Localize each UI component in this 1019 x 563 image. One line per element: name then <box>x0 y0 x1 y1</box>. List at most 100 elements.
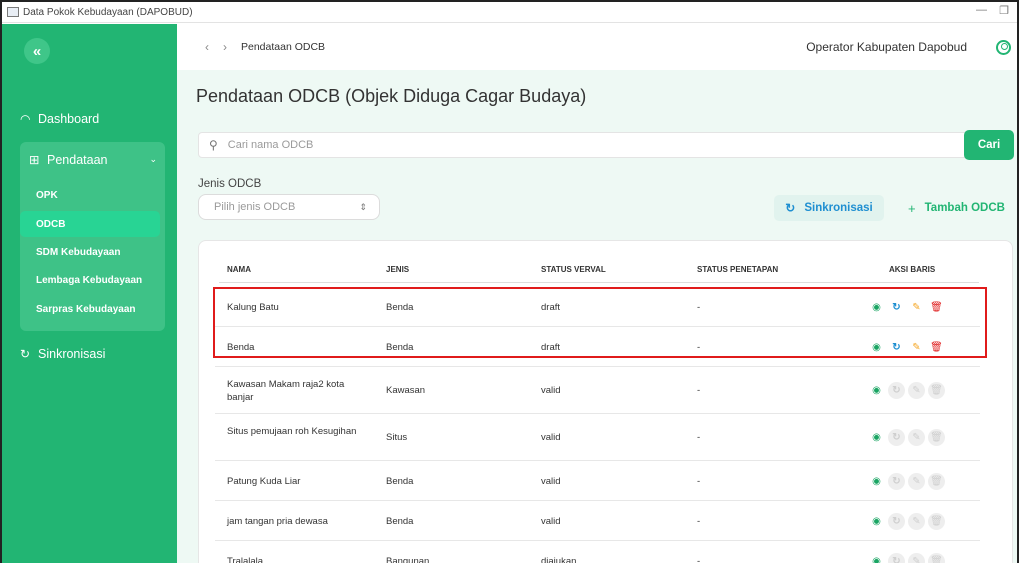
sync-row-button[interactable]: ↻ <box>888 382 905 399</box>
sync-icon: ↻ <box>892 302 901 313</box>
table-header: NAMA JENIS STATUS VERVAL STATUS PENETAPA… <box>219 265 979 283</box>
search-bar: ⚲ <box>198 132 966 158</box>
cell-status-penetapan: - <box>697 516 701 527</box>
edit-button[interactable]: ✎ <box>908 429 925 446</box>
row-actions: ◉ ↻ ✎ 🗑 <box>868 513 948 530</box>
view-button[interactable]: ◉ <box>868 513 885 530</box>
cell-status-verval: valid <box>541 476 561 487</box>
cell-status-penetapan: - <box>697 556 701 563</box>
cell-jenis: Situs <box>386 432 408 443</box>
column-header-aksi-baris: AKSI BARIS <box>889 265 936 274</box>
search-icon: ⚲ <box>209 138 218 152</box>
tambah-odcb-button[interactable]: + Tambah ODCB <box>899 195 1014 221</box>
table-row: Patung Kuda Liar Benda valid - ◉ ↻ ✎ 🗑 <box>215 461 980 501</box>
cell-status-verval: diajukan <box>541 556 577 563</box>
jenis-odcb-select[interactable]: Pilih jenis ODCB ⇕ <box>198 194 380 220</box>
collapse-sidebar-button[interactable]: « <box>24 38 50 64</box>
search-input[interactable] <box>227 139 928 151</box>
chevron-down-icon: ⌄ <box>149 154 157 164</box>
column-header-jenis: JENIS <box>386 265 410 274</box>
cell-nama: Patung Kuda Liar <box>227 476 301 487</box>
app-icon <box>7 7 19 17</box>
sync-row-button[interactable]: ↻ <box>888 299 905 316</box>
edit-button[interactable]: ✎ <box>908 473 925 490</box>
back-icon[interactable]: ‹ <box>205 40 209 54</box>
row-actions: ◉ ↻ ✎ 🗑 <box>868 382 948 399</box>
cell-status-verval: draft <box>541 342 561 353</box>
column-header-nama: NAMA <box>227 265 251 274</box>
cell-status-verval: draft <box>541 302 561 313</box>
row-actions: ◉ ↻ ✎ 🗑 <box>868 553 948 563</box>
select-arrows-icon: ⇕ <box>359 201 367 212</box>
edit-button[interactable]: ✎ <box>908 382 925 399</box>
sync-row-button[interactable]: ↻ <box>888 553 905 563</box>
view-button[interactable]: ◉ <box>868 382 885 399</box>
sync-row-button[interactable]: ↻ <box>888 429 905 446</box>
cell-nama: Benda <box>227 342 255 353</box>
cell-status-penetapan: - <box>697 302 701 313</box>
forward-icon[interactable]: › <box>223 40 227 54</box>
minimize-button[interactable]: — <box>976 4 987 16</box>
user-name[interactable]: Operator Kabupaten Dapobud <box>806 40 967 54</box>
sync-row-button[interactable]: ↻ <box>888 339 905 356</box>
sidebar: « ◠ Dashboard ⊞ Pendataan ⌄ OPK ODCB SDM… <box>2 24 177 563</box>
row-actions: ◉ ↻ ✎ 🗑 <box>868 299 948 316</box>
window-title: Data Pokok Kebudayaan (DAPOBUD) <box>23 6 193 18</box>
delete-button[interactable]: 🗑 <box>928 553 945 563</box>
edit-button[interactable]: ✎ <box>908 299 925 316</box>
cell-jenis: Benda <box>386 476 414 487</box>
trash-icon: 🗑 <box>930 516 943 527</box>
sidebar-item-lembaga-kebudayaan[interactable]: Lembaga Kebudayaan <box>20 267 160 293</box>
delete-button[interactable]: 🗑 <box>928 339 945 356</box>
eye-icon: ◉ <box>872 342 881 353</box>
view-button[interactable]: ◉ <box>868 339 885 356</box>
button-label: Sinkronisasi <box>804 202 873 214</box>
sidebar-item-sdm-kebudayaan[interactable]: SDM Kebudayaan <box>20 239 160 265</box>
trash-icon: 🗑 <box>930 556 943 563</box>
edit-icon: ✎ <box>912 385 921 396</box>
eye-icon: ◉ <box>872 385 881 396</box>
sync-row-button[interactable]: ↻ <box>888 513 905 530</box>
sync-icon: ↻ <box>892 342 901 353</box>
edit-button[interactable]: ✎ <box>908 553 925 563</box>
cell-status-verval: valid <box>541 432 561 443</box>
cell-nama: Tralalala <box>227 556 264 563</box>
sidebar-item-pendataan[interactable]: ⊞ Pendataan ⌄ <box>29 152 157 168</box>
breadcrumb: Pendataan ODCB <box>241 41 326 53</box>
delete-button[interactable]: 🗑 <box>928 513 945 530</box>
view-button[interactable]: ◉ <box>868 299 885 316</box>
edit-icon: ✎ <box>912 516 921 527</box>
plus-icon: + <box>908 200 916 216</box>
sidebar-item-opk[interactable]: OPK <box>20 182 160 208</box>
sidebar-item-sarpras-kebudayaan[interactable]: Sarpras Kebudayaan <box>20 296 160 322</box>
sidebar-item-sinkronisasi[interactable]: ↻ Sinkronisasi <box>20 347 105 361</box>
trash-icon: 🗑 <box>930 385 943 396</box>
trash-icon: 🗑 <box>930 342 943 353</box>
delete-button[interactable]: 🗑 <box>928 429 945 446</box>
button-label: Tambah ODCB <box>924 202 1005 214</box>
table-row: Situs pemujaan roh Kesugihan Situs valid - ◉… <box>215 414 980 461</box>
sync-row-button[interactable]: ↻ <box>888 473 905 490</box>
cell-nama: Kalung Batu <box>227 302 279 313</box>
sinkronisasi-button[interactable]: ↻ Sinkronisasi <box>774 195 884 221</box>
view-button[interactable]: ◉ <box>868 553 885 563</box>
edit-button[interactable]: ✎ <box>908 339 925 356</box>
view-button[interactable]: ◉ <box>868 429 885 446</box>
row-actions: ◉ ↻ ✎ 🗑 <box>868 473 948 490</box>
search-button[interactable]: Cari <box>964 130 1014 160</box>
view-button[interactable]: ◉ <box>868 473 885 490</box>
restore-button[interactable]: ❐ <box>999 4 1009 17</box>
edit-icon: ✎ <box>912 302 921 313</box>
delete-button[interactable]: 🗑 <box>928 299 945 316</box>
edit-icon: ✎ <box>912 476 921 487</box>
delete-button[interactable]: 🗑 <box>928 473 945 490</box>
delete-button[interactable]: 🗑 <box>928 382 945 399</box>
cell-nama: Situs pemujaan roh Kesugihan <box>227 426 357 437</box>
eye-icon: ◉ <box>872 302 881 313</box>
sidebar-item-odcb[interactable]: ODCB <box>20 211 160 237</box>
cell-status-penetapan: - <box>697 432 701 443</box>
main-content: Pendataan ODCB (Objek Diduga Cagar Buday… <box>177 70 1017 563</box>
edit-button[interactable]: ✎ <box>908 513 925 530</box>
sidebar-item-dashboard[interactable]: ◠ Dashboard <box>20 112 99 126</box>
user-avatar-icon[interactable] <box>996 40 1011 55</box>
